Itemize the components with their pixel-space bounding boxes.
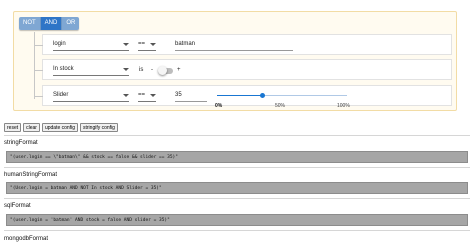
conjunction-and-button[interactable]: AND — [40, 17, 63, 30]
chevron-down-icon — [123, 43, 129, 46]
divider — [4, 198, 470, 199]
slider-tick-min: 0% — [215, 103, 223, 109]
field-select[interactable]: Slider — [53, 90, 129, 102]
conjunction-selector: NOT AND OR — [19, 17, 80, 30]
toggle-on-label: + — [177, 67, 181, 73]
sql-format-title: sqlFormat — [4, 203, 31, 209]
rule-login: login == batman — [35, 34, 452, 55]
human-string-format-output: "(User.login = batman AND NOT In stock A… — [6, 182, 468, 194]
operator-select[interactable]: == — [138, 90, 156, 102]
rule-in-stock: In stock is - + — [35, 59, 452, 80]
sql-format-output: "(user.login = 'batman' AND stock = fals… — [6, 214, 468, 226]
conjunction-not-button[interactable]: NOT — [19, 17, 41, 30]
chevron-down-icon — [123, 94, 129, 97]
divider — [4, 230, 470, 231]
boolean-toggle[interactable] — [158, 66, 173, 75]
rule-connector — [35, 45, 43, 46]
value-input-text: batman — [175, 41, 196, 47]
chevron-down-icon — [150, 43, 156, 46]
field-select-value: In stock — [53, 66, 74, 72]
slider-number-value: 35 — [175, 92, 182, 98]
slider-thumb[interactable] — [260, 93, 265, 98]
operator-select-value: == — [138, 92, 146, 98]
tree-connector — [34, 32, 35, 99]
string-format-output: "(user.login == \"batman\" && stock == f… — [6, 151, 468, 163]
field-select[interactable]: In stock — [53, 64, 129, 76]
query-group: NOT AND OR login == batman In stock is -… — [13, 11, 457, 111]
mongodb-format-title: mongodbFormat — [4, 236, 49, 242]
toggle-knob[interactable] — [158, 66, 167, 75]
string-format-title: stringFormat — [4, 140, 38, 146]
field-select-value: Slider — [53, 92, 69, 98]
reset-button[interactable]: reset — [4, 123, 22, 132]
divider — [4, 167, 470, 168]
chevron-down-icon — [150, 94, 156, 97]
clear-button[interactable]: clear — [23, 123, 40, 132]
value-slider[interactable]: 0% 50% 100% — [215, 93, 350, 109]
slider-tick-mid: 50% — [275, 103, 286, 109]
rule-connector — [35, 96, 43, 97]
field-select-value: login — [53, 41, 66, 47]
divider — [4, 135, 470, 136]
operator-select[interactable]: == — [138, 39, 156, 51]
operator-label: is — [139, 67, 144, 73]
slider-tick-max: 100% — [337, 103, 350, 109]
rule-slider: Slider == 35 0% 50% 100% — [35, 85, 452, 109]
human-string-format-title: humanStringFormat — [4, 172, 58, 178]
slider-fill — [217, 95, 263, 96]
value-input[interactable]: batman — [175, 39, 293, 51]
stringify-config-button[interactable]: stringify config — [80, 123, 118, 132]
chevron-down-icon — [123, 68, 129, 71]
update-config-button[interactable]: update config — [41, 123, 78, 132]
action-bar: reset clear update config stringify conf… — [4, 123, 118, 132]
operator-select-value: == — [138, 41, 146, 47]
rule-connector — [35, 70, 43, 71]
field-select[interactable]: login — [53, 39, 129, 51]
toggle-off-label: - — [151, 67, 153, 73]
slider-number-input[interactable]: 35 — [175, 90, 207, 102]
conjunction-or-button[interactable]: OR — [62, 17, 80, 30]
